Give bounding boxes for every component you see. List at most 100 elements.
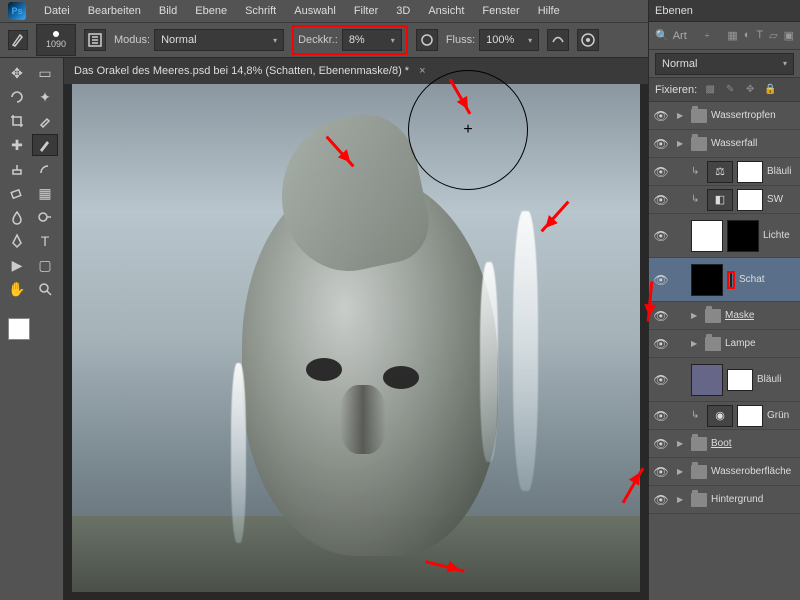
layer-name[interactable]: Wasseroberfläche (711, 466, 791, 477)
layer-row[interactable]: 👁↳◉Grün (649, 402, 800, 430)
marquee-tool[interactable]: ▭ (32, 62, 58, 84)
flow-dropdown[interactable]: 100%▾ (479, 29, 539, 51)
lock-pixels-icon[interactable]: ✎ (723, 83, 737, 97)
disclosure-icon[interactable]: ▶ (677, 139, 687, 148)
layer-name[interactable]: Wassertropfen (711, 110, 776, 121)
layers-panel-tab[interactable]: Ebenen (649, 0, 800, 22)
layer-row[interactable]: 👁↳◧SW (649, 186, 800, 214)
airbrush-toggle[interactable] (547, 29, 569, 51)
visibility-icon[interactable]: 👁 (653, 192, 669, 208)
mask-thumb[interactable] (727, 369, 753, 391)
visibility-icon[interactable]: 👁 (653, 228, 669, 244)
layer-name[interactable]: SW (767, 194, 783, 205)
visibility-icon[interactable]: 👁 (653, 464, 669, 480)
blend-mode-dropdown[interactable]: Normal▾ (655, 53, 794, 75)
menu-3d[interactable]: 3D (388, 2, 418, 20)
menu-fenster[interactable]: Fenster (474, 2, 527, 20)
visibility-icon[interactable]: 👁 (653, 436, 669, 452)
menu-filter[interactable]: Filter (346, 2, 386, 20)
mask-thumb[interactable] (737, 161, 763, 183)
layer-thumb[interactable] (691, 264, 723, 296)
layer-row[interactable]: 👁 ▶ Wasseroberfläche (649, 458, 800, 486)
visibility-icon[interactable]: 👁 (653, 336, 669, 352)
filter-smart-icon[interactable]: ▣ (784, 29, 794, 42)
filter-adjust-icon[interactable]: ◐ (744, 29, 751, 42)
layer-name[interactable]: Bläuli (757, 374, 781, 385)
lock-all-icon[interactable]: 🔒 (763, 83, 777, 97)
mask-thumb[interactable] (730, 273, 732, 287)
close-icon[interactable]: × (419, 65, 425, 77)
layer-name[interactable]: Boot (711, 438, 732, 449)
heal-tool[interactable]: ✚ (4, 134, 30, 156)
opacity-dropdown[interactable]: 8%▾ (342, 29, 402, 51)
mask-thumb[interactable] (737, 405, 763, 427)
disclosure-icon[interactable]: ▶ (677, 111, 687, 120)
visibility-icon[interactable]: 👁 (653, 108, 669, 124)
move-tool[interactable]: ✥ (4, 62, 30, 84)
lasso-tool[interactable] (4, 86, 30, 108)
menu-bild[interactable]: Bild (151, 2, 185, 20)
size-pressure-toggle[interactable] (577, 29, 599, 51)
lock-position-icon[interactable]: ✥ (743, 83, 757, 97)
path-select-tool[interactable]: ▶ (4, 254, 30, 276)
layer-name[interactable]: Hintergrund (711, 494, 763, 505)
visibility-icon[interactable]: 👁 (653, 136, 669, 152)
visibility-icon[interactable]: 👁 (653, 408, 669, 424)
shape-tool[interactable]: ▢ (32, 254, 58, 276)
layer-thumb[interactable] (691, 220, 723, 252)
layer-row[interactable]: 👁 ▶ Hintergrund (649, 486, 800, 514)
history-brush-tool[interactable] (32, 158, 58, 180)
filter-type-icon[interactable]: T (756, 29, 763, 42)
layer-name[interactable]: Schat (739, 274, 765, 285)
brush-panel-toggle[interactable] (84, 29, 106, 51)
document-tab[interactable]: Das Orakel des Meeres.psd bei 14,8% (Sch… (64, 58, 648, 84)
layer-row[interactable]: 👁 ▶ Lampe (649, 330, 800, 358)
eraser-tool[interactable] (4, 182, 30, 204)
type-tool[interactable]: T (32, 230, 58, 252)
layer-row[interactable]: 👁▶Wasserfall (649, 130, 800, 158)
foreground-swatch[interactable] (8, 318, 30, 340)
visibility-icon[interactable]: 👁 (653, 272, 669, 288)
disclosure-icon[interactable]: ▶ (691, 311, 701, 320)
layer-name[interactable]: Lampe (725, 338, 756, 349)
blur-tool[interactable] (4, 206, 30, 228)
disclosure-icon[interactable]: ▶ (677, 439, 687, 448)
disclosure-icon[interactable]: ▶ (677, 495, 687, 504)
brush-tool[interactable] (32, 134, 58, 156)
zoom-tool[interactable] (32, 278, 58, 300)
brush-preset-picker[interactable]: 1090 (36, 24, 76, 56)
layer-name[interactable]: Lichte (763, 230, 790, 241)
layer-name[interactable]: Grün (767, 410, 789, 421)
disclosure-icon[interactable]: ▶ (691, 339, 701, 348)
layer-row[interactable]: 👁↳⚖Bläuli (649, 158, 800, 186)
mask-thumb[interactable] (737, 189, 763, 211)
filter-pixel-icon[interactable]: ▦ (727, 29, 737, 42)
disclosure-icon[interactable]: ▶ (677, 467, 687, 476)
visibility-icon[interactable]: 👁 (653, 164, 669, 180)
menu-auswahl[interactable]: Auswahl (286, 2, 344, 20)
menu-datei[interactable]: Datei (36, 2, 78, 20)
menu-ansicht[interactable]: Ansicht (420, 2, 472, 20)
layer-name[interactable]: Maske (725, 310, 754, 321)
layer-row[interactable]: 👁▶Maske (649, 302, 800, 330)
mask-thumb[interactable] (727, 220, 759, 252)
visibility-icon[interactable]: 👁 (653, 372, 669, 388)
lock-transparency-icon[interactable]: ▩ (703, 83, 717, 97)
dodge-tool[interactable] (32, 206, 58, 228)
layer-name[interactable]: Bläuli (767, 166, 791, 177)
layer-row[interactable]: 👁 Schat (649, 258, 800, 302)
mode-dropdown[interactable]: Normal▾ (154, 29, 284, 51)
stamp-tool[interactable] (4, 158, 30, 180)
eyedropper-tool[interactable] (32, 110, 58, 132)
wand-tool[interactable]: ✦ (32, 86, 58, 108)
gradient-tool[interactable]: ▦ (32, 182, 58, 204)
opacity-pressure-toggle[interactable] (416, 29, 438, 51)
pen-tool[interactable] (4, 230, 30, 252)
chevron-down-icon[interactable]: ÷ (705, 31, 709, 40)
layer-row[interactable]: 👁 ▶ Boot (649, 430, 800, 458)
tool-preset-picker[interactable] (8, 30, 28, 50)
visibility-icon[interactable]: 👁 (653, 492, 669, 508)
filter-shape-icon[interactable]: ▱ (769, 29, 777, 42)
layer-thumb[interactable] (691, 364, 723, 396)
background-swatch[interactable] (19, 329, 41, 351)
